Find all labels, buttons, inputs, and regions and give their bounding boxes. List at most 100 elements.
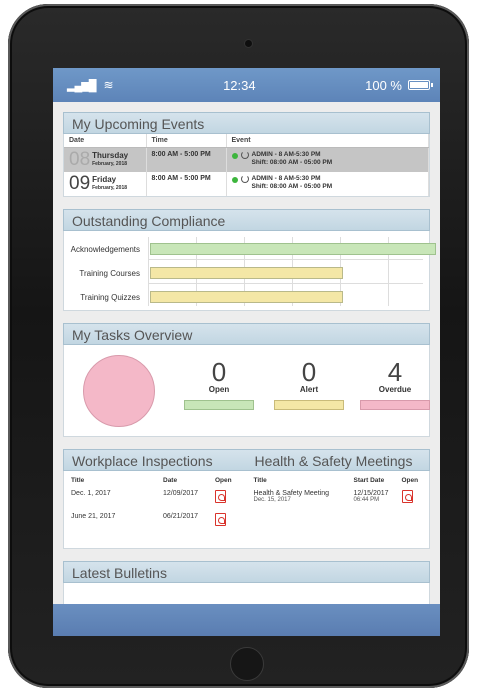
home-button[interactable] — [230, 647, 264, 681]
events-table: Date Time Event 08 Thursday February, 20… — [64, 134, 429, 196]
meeting-date: 12/15/2017 — [353, 490, 389, 497]
tablet-device: ▂▄▆█ ≋ 12:34 100 % My Upcoming Events Da… — [8, 4, 469, 688]
pdf-icon[interactable] — [215, 490, 226, 503]
inspection-title: Dec. 1, 2017 — [71, 490, 111, 497]
event-date: 09 Friday February, 2018 — [64, 172, 147, 196]
event-detail: ADMIN - 8 AM-5:30 PM Shift: 08:00 AM - 0… — [226, 147, 429, 172]
inspections-section-title: Workplace Inspections — [72, 453, 213, 469]
inspection-row[interactable]: Dec. 1, 2017 12/09/2017 — [68, 486, 243, 509]
event-line-2: Shift: 08:00 AM - 05:00 PM — [251, 183, 333, 190]
event-day-info: Thursday February, 2018 — [92, 152, 128, 168]
dashboard-content: My Upcoming Events Date Time Event 08 Th… — [53, 102, 440, 636]
task-bar — [274, 400, 344, 410]
tasks-section-title: My Tasks Overview — [63, 323, 430, 345]
meetings-header-open: Open — [401, 477, 419, 484]
event-text: ADMIN - 8 AM-5:30 PM Shift: 08:00 AM - 0… — [252, 151, 333, 167]
events-header-event: Event — [226, 134, 429, 148]
inspections-meetings-panel: Title Date Open Dec. 1, 2017 12/09/2017 … — [63, 471, 430, 549]
event-row[interactable]: 09 Friday February, 2018 8:00 AM - 5:00 … — [64, 172, 429, 196]
events-header-time: Time — [146, 134, 227, 148]
compliance-panel: Acknowledgements Training Courses Traini… — [63, 231, 436, 311]
events-header-date: Date — [64, 134, 147, 148]
inspection-date: 12/09/2017 — [163, 490, 199, 497]
inspection-row[interactable]: June 21, 2017 06/21/2017 — [68, 509, 243, 532]
meeting-time: 06:44 PM — [353, 497, 380, 503]
battery-percent: 100 % — [365, 77, 402, 93]
event-month: February, 2018 — [92, 161, 128, 167]
inspections-header-title: Title — [71, 477, 85, 484]
inspections-header-open: Open — [215, 477, 232, 484]
event-time: 8:00 AM - 5:00 PM — [146, 147, 227, 172]
bottom-bar — [53, 604, 440, 636]
task-overdue[interactable]: 4 Overdue — [360, 359, 430, 410]
task-label: Overdue — [378, 385, 412, 394]
battery-icon — [408, 80, 433, 90]
event-day-name: Thursday — [92, 151, 129, 160]
tablet-screen: ▂▄▆█ ≋ 12:34 100 % My Upcoming Events Da… — [53, 68, 440, 636]
inspections-column: Title Date Open Dec. 1, 2017 12/09/2017 … — [64, 471, 247, 548]
compliance-section-title: Outstanding Compliance — [63, 209, 430, 231]
pdf-icon[interactable] — [401, 490, 413, 503]
status-dot-icon — [231, 177, 238, 183]
task-alert[interactable]: 0 Alert — [274, 359, 344, 410]
inspections-table: Title Date Open Dec. 1, 2017 12/09/2017 … — [68, 475, 243, 532]
pdf-icon[interactable] — [215, 513, 226, 526]
event-day-info: Friday February, 2018 — [92, 176, 127, 192]
signal-icon: ▂▄▆█ — [67, 79, 96, 92]
compliance-row[interactable]: Acknowledgements — [64, 237, 436, 261]
inspection-date: 06/21/2017 — [163, 513, 199, 520]
event-day-name: Friday — [92, 175, 117, 184]
inspections-meetings-header: Workplace Inspections Health & Safety Me… — [63, 449, 430, 471]
event-detail: ADMIN - 8 AM-5:30 PM Shift: 08:00 AM - 0… — [226, 172, 429, 196]
event-day-number: 08 — [69, 149, 91, 170]
meeting-title: Health & Safety Meeting Dec. 15, 2017 — [251, 486, 351, 509]
event-time: 8:00 AM - 5:00 PM — [146, 172, 227, 196]
meeting-start: 12/15/2017 06:44 PM — [351, 486, 399, 509]
training-quizzes-bar[interactable] — [150, 291, 343, 303]
events-section-title: My Upcoming Events — [63, 112, 430, 134]
training-courses-bar[interactable] — [150, 267, 343, 279]
task-count: 0 — [211, 357, 227, 387]
compliance-row[interactable]: Training Quizzes — [64, 285, 429, 309]
inspections-header-date: Date — [163, 477, 178, 484]
status-time: 12:34 — [223, 77, 256, 93]
task-count: 4 — [387, 357, 403, 387]
task-count: 0 — [301, 357, 317, 387]
meetings-header-title: Title — [253, 477, 267, 484]
event-text: ADMIN - 8 AM-5:30 PM Shift: 08:00 AM - 0… — [252, 175, 333, 191]
events-panel: Date Time Event 08 Thursday February, 20… — [63, 134, 430, 197]
event-line-1: ADMIN - 8 AM-5:30 PM — [251, 151, 321, 158]
compliance-label: Training Courses — [79, 268, 140, 278]
loading-ring-icon — [240, 175, 249, 183]
compliance-row[interactable]: Training Courses — [64, 261, 429, 285]
loading-ring-icon — [240, 151, 249, 159]
meeting-row[interactable]: Health & Safety Meeting Dec. 15, 2017 12… — [251, 486, 426, 509]
meeting-title-text: Health & Safety Meeting — [253, 490, 330, 497]
compliance-label: Training Quizzes — [80, 292, 140, 302]
event-line-2: Shift: 08:00 AM - 05:00 PM — [251, 159, 333, 166]
task-label: Open — [208, 385, 230, 394]
task-bar — [184, 400, 254, 410]
tasks-pie-chart[interactable] — [83, 355, 155, 427]
bulletins-section-title: Latest Bulletins — [63, 561, 430, 583]
event-day-number: 09 — [69, 173, 91, 194]
event-row[interactable]: 08 Thursday February, 2018 8:00 AM - 5:0… — [64, 147, 429, 172]
acknowledgements-bar[interactable] — [150, 243, 436, 255]
task-open[interactable]: 0 Open — [184, 359, 254, 410]
signal-area: ▂▄▆█ ≋ — [67, 78, 114, 92]
meeting-subtitle: Dec. 15, 2017 — [253, 497, 291, 503]
camera — [245, 40, 252, 47]
meetings-section-title: Health & Safety Meetings — [254, 453, 413, 469]
compliance-label: Acknowledgements — [70, 244, 140, 254]
event-month: February, 2018 — [92, 185, 128, 191]
task-bar — [360, 400, 430, 410]
tasks-panel: 0 Open 0 Alert 4 Overdue — [63, 345, 430, 437]
meetings-header-start-date: Start Date — [353, 477, 385, 484]
task-label: Alert — [299, 385, 319, 394]
battery-area: 100 % — [365, 77, 433, 93]
inspection-title: June 21, 2017 — [71, 513, 116, 520]
event-date: 08 Thursday February, 2018 — [64, 147, 147, 172]
event-line-1: ADMIN - 8 AM-5:30 PM — [251, 175, 321, 182]
status-dot-icon — [231, 153, 238, 159]
meetings-table: Title Start Date Open Health & Safety Me… — [251, 475, 426, 509]
